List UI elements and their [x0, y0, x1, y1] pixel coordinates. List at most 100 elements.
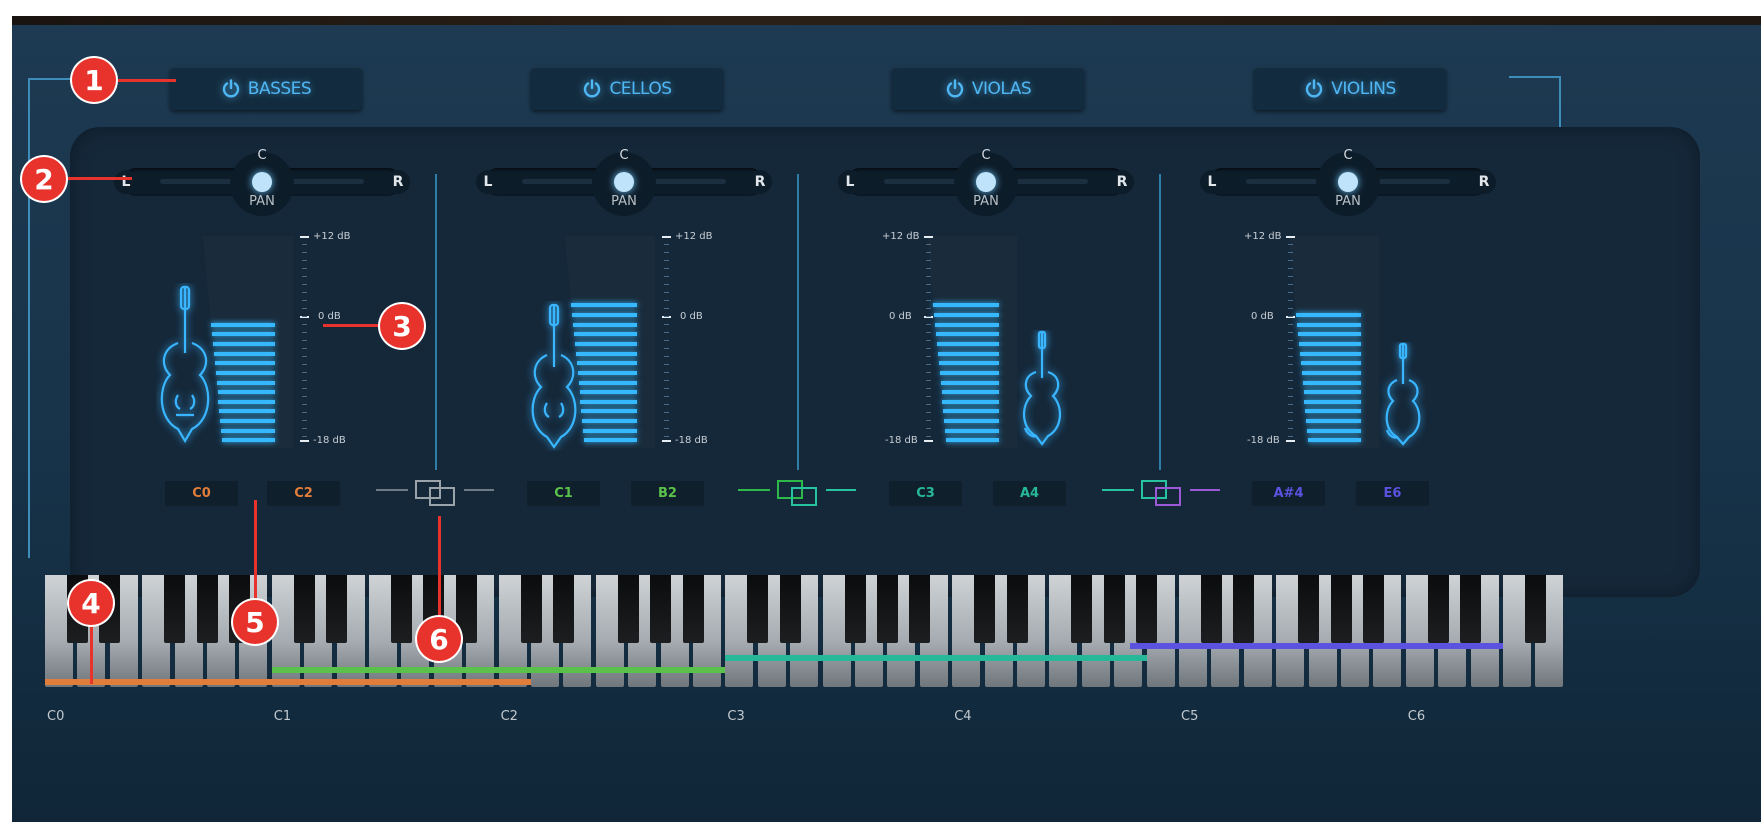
black-key[interactable] [974, 575, 996, 643]
basses-pan-slider[interactable]: C L R PAN [102, 148, 422, 222]
cellos-range-low[interactable]: C1 [527, 481, 600, 506]
scale-minor-tick [1288, 356, 1293, 357]
scale-minor-tick [302, 364, 307, 365]
scale-minor-tick [302, 300, 307, 301]
black-key[interactable] [326, 575, 348, 643]
db-bot-label: -18 dB [675, 435, 708, 446]
meter-segment [938, 351, 999, 356]
violas-range-high[interactable]: A4 [993, 481, 1066, 506]
meter-segment [575, 342, 637, 346]
pan-right-label: R [386, 170, 410, 194]
cellos-label: CELLOS [609, 78, 672, 99]
db-mid-label: 0 dB [680, 311, 703, 322]
scale-minor-tick [302, 260, 307, 261]
scale-minor-tick [302, 420, 307, 421]
black-key[interactable] [1200, 575, 1222, 643]
black-key[interactable] [1071, 575, 1093, 643]
black-key[interactable] [1427, 575, 1449, 643]
db-top-label: +12 dB [882, 231, 920, 242]
meter-segment [221, 428, 275, 433]
cellos-power-button[interactable]: CELLOS [531, 67, 723, 110]
scale-minor-tick [926, 252, 931, 253]
meter-segment [934, 313, 999, 318]
link-cellos-violas-toggle[interactable] [736, 478, 860, 512]
violins-range-low[interactable]: A#4 [1252, 481, 1325, 506]
black-key[interactable] [1103, 575, 1125, 643]
meter-segment [942, 390, 999, 395]
scale-minor-tick [1288, 436, 1293, 437]
link-violas-violins-toggle[interactable] [1100, 478, 1224, 512]
scale-minor-tick [1288, 244, 1293, 245]
scale-minor-tick [664, 252, 669, 253]
meter-segment [573, 322, 637, 327]
black-key[interactable] [1233, 575, 1255, 643]
scale-minor-tick [302, 292, 307, 293]
pan-knob[interactable] [1338, 172, 1358, 192]
scale-minor-tick [664, 412, 669, 413]
scale-minor-tick [926, 388, 931, 389]
black-key[interactable] [1460, 575, 1482, 643]
section-divider [1159, 174, 1161, 470]
black-key[interactable] [844, 575, 866, 643]
black-key[interactable] [909, 575, 931, 643]
meter-segment [1305, 409, 1361, 414]
db-mid-label: 0 dB [1251, 311, 1274, 322]
violins-power-button[interactable]: VIOLINS [1254, 67, 1446, 110]
black-key[interactable] [682, 575, 704, 643]
violins-pan-slider[interactable]: C L R PAN [1188, 148, 1508, 222]
basses-range-low[interactable]: C0 [165, 481, 238, 506]
cellos-pan-slider[interactable]: C L R PAN [464, 148, 784, 222]
pan-knob[interactable] [252, 172, 272, 192]
scale-minor-tick [302, 436, 307, 437]
callout-5: 5 [233, 600, 277, 644]
black-key[interactable] [1362, 575, 1384, 643]
meter-segment [584, 438, 637, 443]
black-key[interactable] [1524, 575, 1546, 643]
db-bot-label: -18 dB [885, 435, 918, 446]
black-key[interactable] [617, 575, 639, 643]
scale-minor-tick [1288, 268, 1293, 269]
scale-minor-tick [664, 436, 669, 437]
black-key[interactable] [1330, 575, 1352, 643]
top-bar [12, 16, 1761, 25]
black-key[interactable] [520, 575, 542, 643]
basses-label: BASSES [247, 78, 312, 99]
pan-knob[interactable] [614, 172, 634, 192]
black-key[interactable] [747, 575, 769, 643]
scale-minor-tick [1288, 412, 1293, 413]
meter-segment [1303, 380, 1361, 385]
meter-segment [939, 361, 999, 366]
black-key[interactable] [876, 575, 898, 643]
black-key[interactable] [779, 575, 801, 643]
scale-minor-tick [302, 276, 307, 277]
meter-segment [216, 370, 275, 375]
black-key[interactable] [1298, 575, 1320, 643]
violas-range-low[interactable]: C3 [889, 481, 962, 506]
link-basses-cellos-toggle[interactable] [374, 478, 498, 512]
black-key[interactable] [1136, 575, 1158, 643]
scale-minor-tick [302, 372, 307, 373]
scale-minor-tick [926, 404, 931, 405]
keyboard-range-bar [1130, 643, 1503, 649]
black-key[interactable] [552, 575, 574, 643]
black-key[interactable] [164, 575, 186, 643]
basses-power-button[interactable]: BASSES [170, 67, 362, 110]
black-key[interactable] [1006, 575, 1028, 643]
black-key[interactable] [293, 575, 315, 643]
pan-left-label: L [1200, 170, 1224, 194]
violas-power-button[interactable]: VIOLAS [892, 67, 1084, 110]
cellos-range-high[interactable]: B2 [631, 481, 704, 506]
black-key[interactable] [650, 575, 672, 643]
meter-segment [576, 351, 637, 356]
black-key[interactable] [390, 575, 412, 643]
violins-range-high[interactable]: E6 [1356, 481, 1429, 506]
basses-range-high[interactable]: C2 [267, 481, 340, 506]
power-icon [946, 78, 964, 97]
scale-minor-tick [664, 300, 669, 301]
scale-major-tick [924, 440, 933, 442]
pan-knob[interactable] [976, 172, 996, 192]
violas-pan-slider[interactable]: C L R PAN [826, 148, 1146, 222]
scale-minor-tick [1288, 428, 1293, 429]
scale-minor-tick [302, 348, 307, 349]
black-key[interactable] [196, 575, 218, 643]
